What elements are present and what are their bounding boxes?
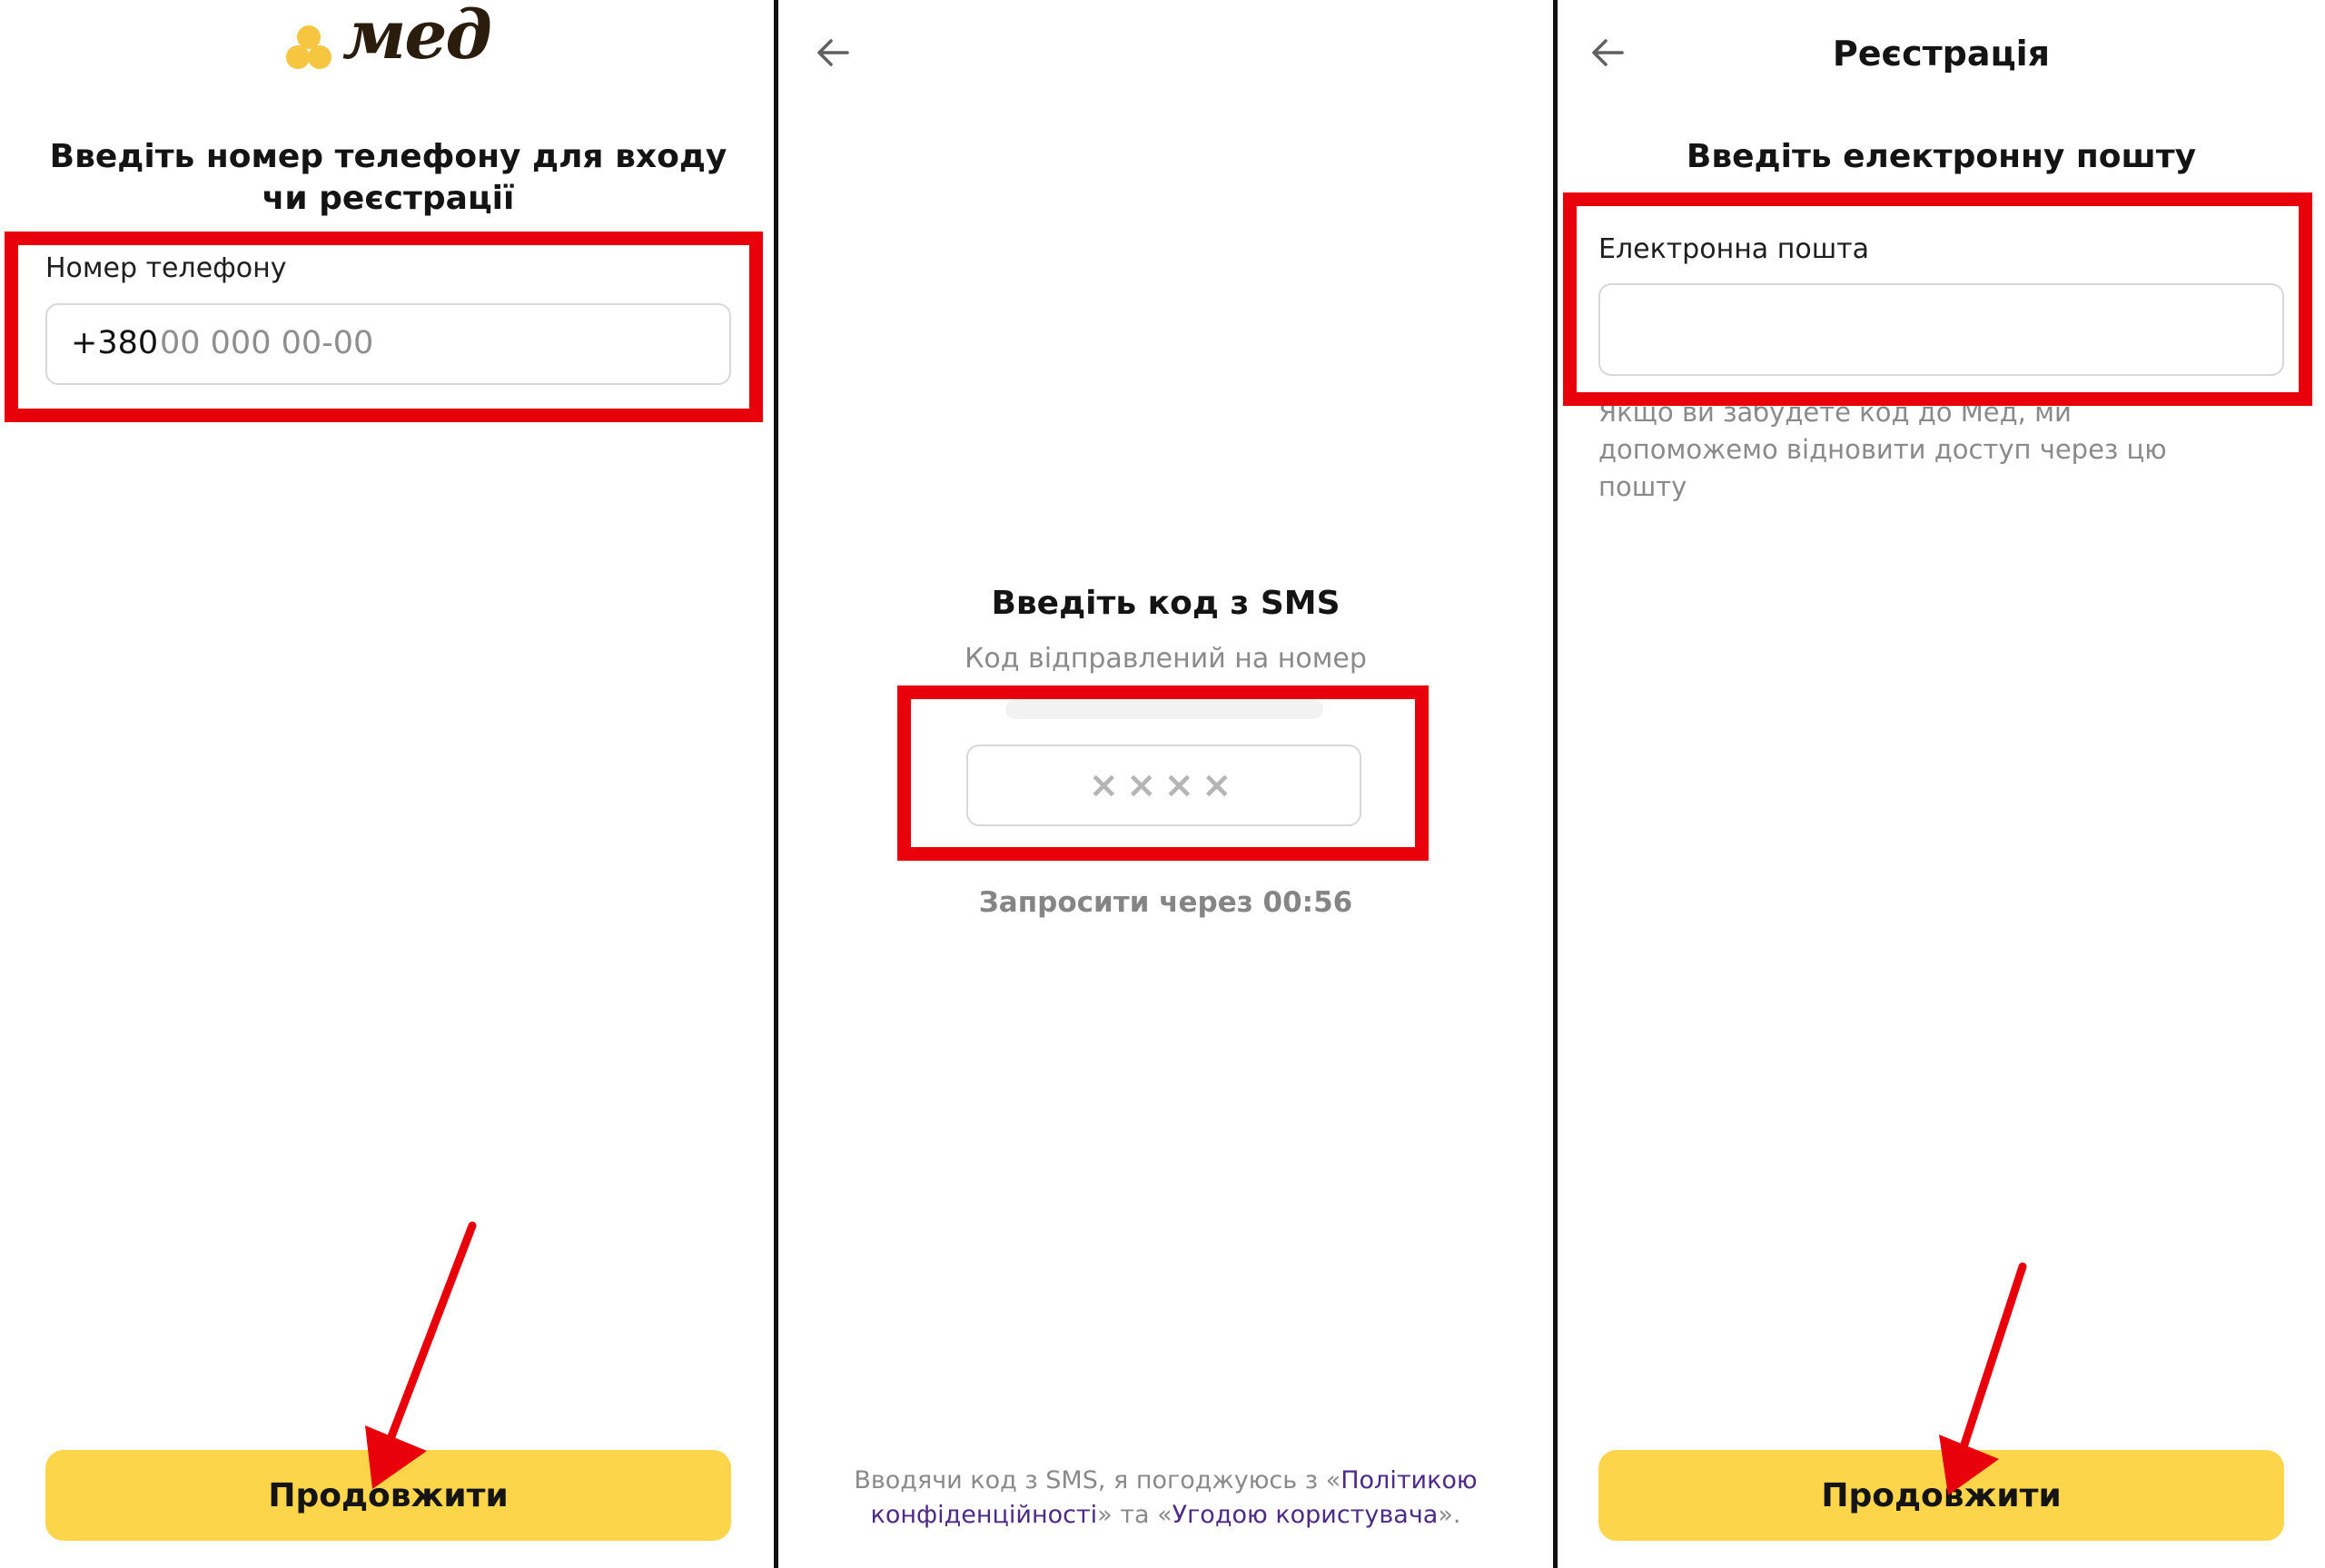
terms-prefix: Вводячи код з SMS, я погоджуюсь з « (854, 1466, 1341, 1494)
highlight-box (1563, 192, 2312, 406)
email-help-text: Якщо ви забудете код до Мед, ми допоможе… (1598, 397, 2167, 502)
user-agreement-link[interactable]: Угодою користувача (1172, 1501, 1439, 1529)
page-title: Введіть номер телефону для входу чи реєс… (49, 138, 727, 217)
logo-wordmark: мед (342, 0, 492, 74)
honeycomb-cell (308, 45, 331, 69)
highlight-box (897, 685, 1429, 861)
sms-subtitle: Код відправлений на номер (965, 643, 1367, 675)
sms-title: Введіть код з SMS (991, 585, 1341, 622)
email-registration-screen: Реєстрація Введіть електронну пошту Елек… (1558, 0, 2325, 1568)
back-arrow-icon[interactable] (813, 33, 853, 73)
app-logo: мед (286, 0, 504, 80)
terms-suffix: ». (1438, 1501, 1461, 1529)
phone-login-screen: мед Введіть номер телефону для входу чи … (0, 0, 777, 1568)
red-arrow-annotation (1939, 1262, 2027, 1495)
honeycomb-cell (286, 45, 310, 69)
resend-timer[interactable]: Запросити через 00:56 (778, 886, 1553, 919)
terms-middle: » та « (1097, 1501, 1172, 1529)
sms-code-screen: Введіть код з SMS Код відправлений на но… (778, 0, 1553, 1568)
header-title: Реєстрація (1832, 34, 2051, 74)
page-title: Введіть електронну пошту (1686, 138, 2197, 175)
red-arrow-annotation (365, 1221, 477, 1489)
highlight-box (5, 232, 763, 422)
terms-text: Вводячи код з SMS, я погоджуюсь з «Політ… (824, 1464, 1508, 1533)
